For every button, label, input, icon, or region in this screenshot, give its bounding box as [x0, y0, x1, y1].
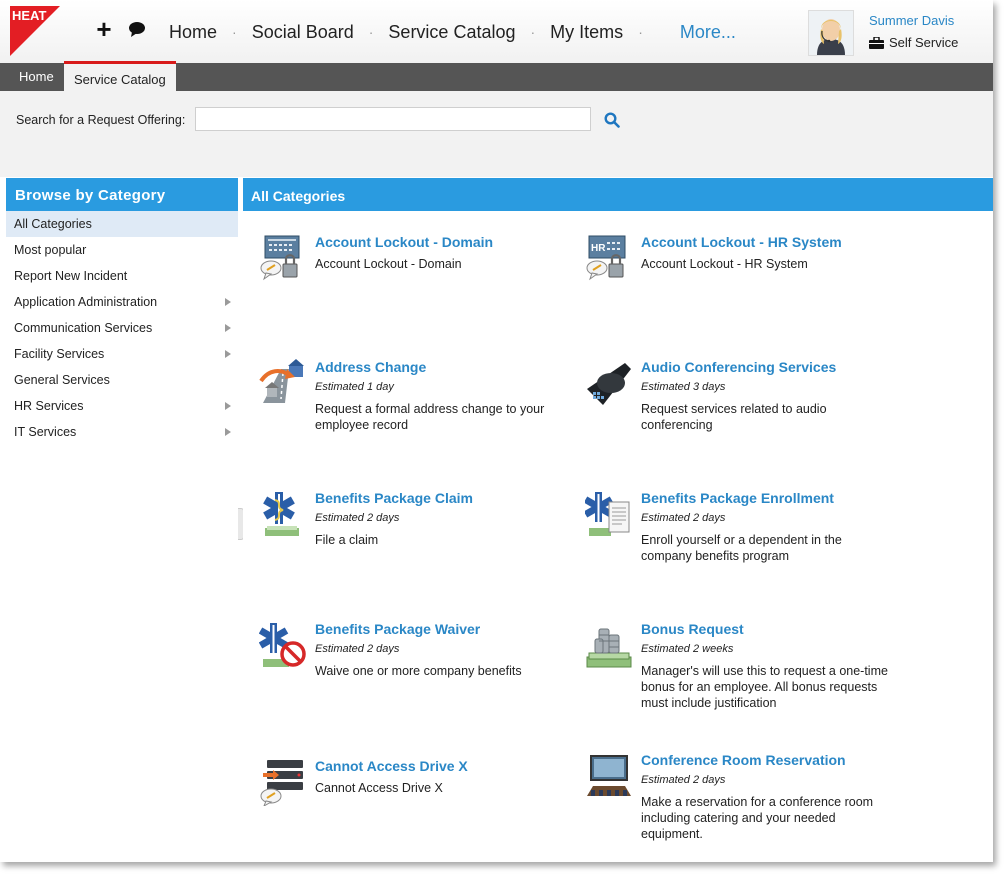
conference-room-icon	[587, 755, 631, 796]
offering-description: File a claim	[315, 533, 379, 547]
offering-title[interactable]: Account Lockout - Domain	[315, 234, 493, 250]
offering-estimate: Estimated 3 days	[641, 381, 726, 393]
category-sidebar: Browse by Category All Categories Most p…	[6, 178, 238, 862]
app-window: HEAT + Home · Social Board · Service Cat…	[0, 0, 993, 862]
sidebar-item-all-categories[interactable]: All Categories	[6, 211, 238, 237]
conference-phone-icon	[587, 363, 631, 405]
expand-arrow-icon[interactable]	[225, 402, 231, 410]
offering-title[interactable]: Bonus Request	[641, 621, 744, 637]
plus-icon[interactable]: +	[94, 16, 114, 42]
tab-service-catalog[interactable]: Service Catalog	[64, 61, 176, 91]
nav-social-board[interactable]: Social Board	[243, 22, 363, 43]
offering-title[interactable]: Address Change	[315, 359, 426, 375]
search-input[interactable]	[195, 107, 591, 131]
sidebar-item-label: General Services	[14, 373, 110, 387]
search-label: Search for a Request Offering:	[16, 113, 186, 127]
user-name[interactable]: Summer Davis	[869, 13, 954, 28]
benefits-claim-icon	[263, 492, 299, 536]
speech-bubble-icon[interactable]	[128, 21, 146, 37]
category-list: All Categories Most popular Report New I…	[6, 211, 238, 445]
sidebar-item-it-services[interactable]: IT Services	[6, 419, 238, 445]
nav-service-catalog[interactable]: Service Catalog	[379, 22, 524, 43]
nav-separator: ·	[638, 24, 643, 40]
search-icon[interactable]	[604, 112, 620, 128]
logo-text: HEAT	[12, 8, 46, 23]
account-lockout-hr-icon: HR	[586, 235, 626, 281]
expand-arrow-icon[interactable]	[225, 350, 231, 358]
offering-title[interactable]: Benefits Package Enrollment	[641, 490, 834, 506]
offering-description: Cannot Access Drive X	[315, 781, 443, 795]
offering-description: Make a reservation for a conference room…	[641, 795, 874, 841]
sidebar-item-report-new-incident[interactable]: Report New Incident	[6, 263, 238, 289]
offering-title[interactable]: Audio Conferencing Services	[641, 359, 836, 375]
offering-estimate: Estimated 2 days	[315, 512, 400, 524]
svg-text:HR: HR	[591, 243, 606, 254]
role-selector[interactable]: Self Service	[869, 35, 958, 50]
offering-estimate: Estimated 2 weeks	[641, 643, 734, 655]
offering-title[interactable]: Benefits Package Waiver	[315, 621, 480, 637]
search-bar: Search for a Request Offering:	[0, 91, 993, 177]
offering-estimate: Estimated 2 days	[315, 643, 400, 655]
sidebar-item-label: Facility Services	[14, 347, 105, 361]
offering-description: Request services related to audio confer…	[641, 402, 827, 432]
top-header: HEAT + Home · Social Board · Service Cat…	[0, 0, 993, 63]
offering-description: Account Lockout - HR System	[641, 257, 808, 271]
benefits-enrollment-icon	[585, 492, 630, 536]
panel-title: All Categories	[243, 178, 993, 211]
benefits-waiver-icon	[259, 623, 306, 667]
sidebar-item-general-services[interactable]: General Services	[6, 367, 238, 393]
sidebar-item-label: HR Services	[14, 399, 84, 413]
offering-description: Manager's will use this to request a one…	[641, 664, 888, 710]
sidebar-item-label: All Categories	[14, 217, 92, 231]
offering-title[interactable]: Cannot Access Drive X	[315, 758, 468, 774]
briefcase-icon	[869, 36, 884, 49]
offering-estimate: Estimated 2 days	[641, 512, 726, 524]
offering-description: Request a formal address change to your …	[315, 402, 545, 432]
offering-title[interactable]: Benefits Package Claim	[315, 490, 473, 506]
tab-bar: Home Service Catalog	[0, 61, 993, 91]
offerings-panel: All Categories Account Lockout - Domain …	[243, 178, 993, 862]
offering-description: Waive one or more company benefits	[315, 664, 522, 678]
main-nav: Home · Social Board · Service Catalog · …	[160, 18, 745, 46]
expand-arrow-icon[interactable]	[225, 324, 231, 332]
nav-separator: ·	[530, 24, 536, 40]
drive-access-icon	[260, 760, 303, 806]
sidebar-title: Browse by Category	[6, 178, 238, 211]
role-label: Self Service	[889, 35, 959, 50]
nav-home[interactable]: Home	[160, 22, 226, 43]
nav-separator: ·	[368, 24, 374, 40]
sidebar-item-label: IT Services	[14, 425, 77, 439]
nav-more[interactable]: More...	[671, 22, 745, 43]
offering-title[interactable]: Conference Room Reservation	[641, 752, 846, 768]
address-change-icon	[259, 359, 304, 403]
offering-title[interactable]: Account Lockout - HR System	[641, 234, 842, 250]
nav-separator: ·	[232, 24, 237, 40]
offering-estimate: Estimated 1 day	[315, 381, 394, 393]
offering-description: Enroll yourself or a dependent in the co…	[641, 533, 842, 563]
offering-estimate: Estimated 2 days	[641, 774, 726, 786]
sidebar-item-hr-services[interactable]: HR Services	[6, 393, 238, 419]
sidebar-item-label: Application Administration	[14, 295, 158, 309]
sidebar-item-communication-services[interactable]: Communication Services	[6, 315, 238, 341]
account-lockout-domain-icon	[260, 235, 300, 281]
heat-logo[interactable]: HEAT	[10, 6, 60, 56]
expand-arrow-icon[interactable]	[225, 428, 231, 436]
sidebar-item-facility-services[interactable]: Facility Services	[6, 341, 238, 367]
money-bonus-icon	[586, 628, 632, 668]
sidebar-item-label: Communication Services	[14, 321, 153, 335]
avatar[interactable]	[808, 10, 854, 56]
offering-description: Account Lockout - Domain	[315, 257, 462, 271]
sidebar-item-label: Most popular	[14, 243, 87, 257]
tab-home[interactable]: Home	[9, 63, 64, 91]
expand-arrow-icon[interactable]	[225, 298, 231, 306]
sidebar-item-application-administration[interactable]: Application Administration	[6, 289, 238, 315]
sidebar-item-most-popular[interactable]: Most popular	[6, 237, 238, 263]
sidebar-item-label: Report New Incident	[14, 269, 128, 283]
nav-my-items[interactable]: My Items	[541, 22, 632, 43]
